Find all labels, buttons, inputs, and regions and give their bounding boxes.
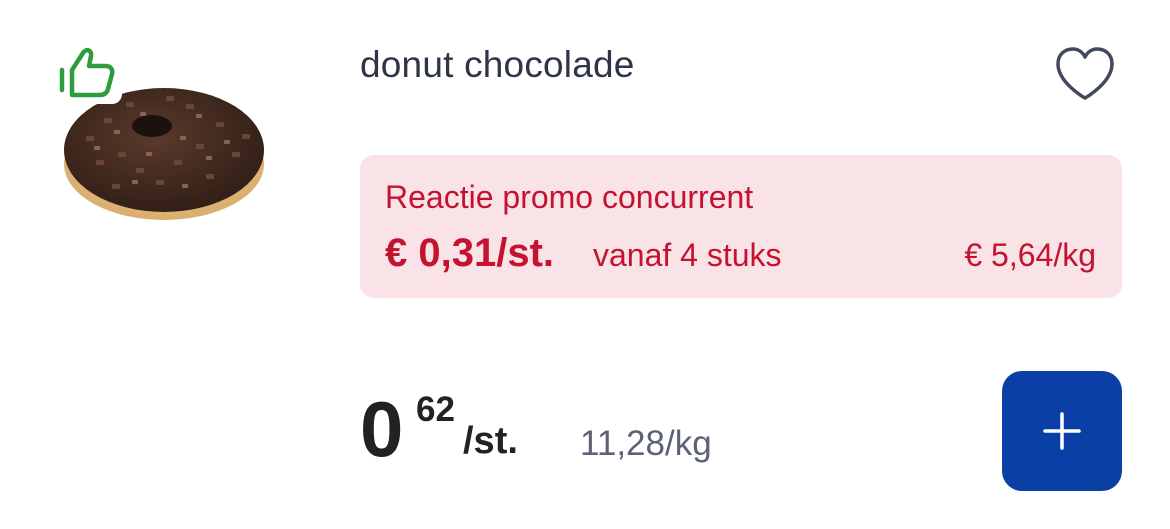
recommended-badge [52, 40, 122, 104]
promo-price: € 0,31/st. [385, 231, 555, 275]
plus-icon [1043, 412, 1081, 450]
price-cents: 62 [416, 390, 455, 429]
regular-price: 0 62 /st. [360, 385, 518, 473]
price-unit: /st. [463, 420, 518, 462]
promo-condition: vanaf 4 stuks [593, 237, 782, 273]
product-title[interactable]: donut chocolade [360, 44, 635, 86]
add-to-cart-button[interactable] [1002, 371, 1122, 491]
thumbs-up-icon [59, 47, 115, 98]
promo-unit-price: € 5,64/kg [964, 237, 1096, 273]
favorite-button[interactable] [1052, 44, 1118, 104]
promo-label: Reactie promo concurrent [385, 179, 754, 215]
heart-outline-icon [1056, 47, 1114, 100]
promo-box: Reactie promo concurrent € 0,31/st. vana… [360, 155, 1122, 298]
unit-price: 11,28/kg [580, 424, 712, 463]
product-card: donut chocolade Reactie promo concurrent… [0, 0, 1170, 529]
price-whole: 0 [360, 385, 404, 473]
